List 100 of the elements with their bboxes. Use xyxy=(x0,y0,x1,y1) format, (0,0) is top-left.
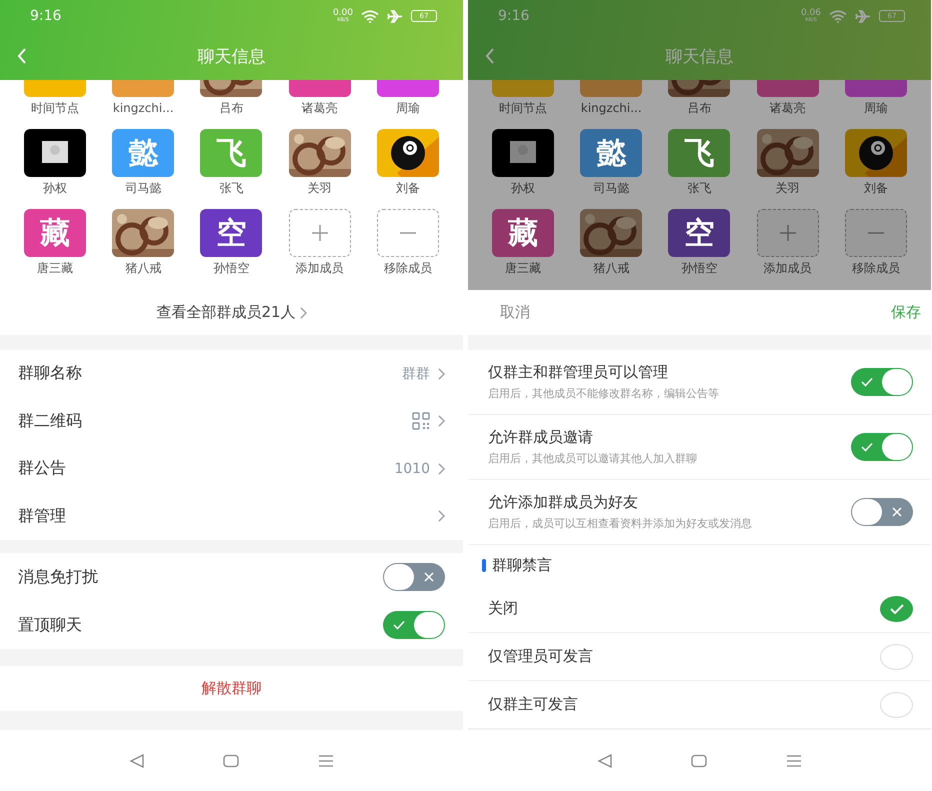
check-icon xyxy=(393,620,405,630)
dissolve-group-button[interactable]: 解散群聊 xyxy=(196,678,268,699)
option-row[interactable]: 仅管理员可发言 xyxy=(468,633,931,681)
settings-row[interactable]: 群管理 xyxy=(0,492,463,540)
member-name: 孙悟空 xyxy=(681,260,718,276)
chevron-icon xyxy=(300,306,307,318)
settings-row[interactable]: 群聊名称 群群 xyxy=(0,350,463,398)
member-name: 孙权 xyxy=(43,180,68,196)
member-name: 关羽 xyxy=(776,180,800,196)
section-marker xyxy=(482,558,486,572)
plus-icon xyxy=(310,223,330,243)
network-speed: 0.00 xyxy=(332,9,353,18)
placeholder-avatar-icon xyxy=(24,129,86,177)
member-name: 孙权 xyxy=(511,180,536,196)
toggle-switch[interactable] xyxy=(851,433,913,461)
member-name: 司马懿 xyxy=(593,180,630,196)
network-speed: 0.06 xyxy=(800,9,821,18)
option-row[interactable]: 仅群主可发言 xyxy=(468,681,931,729)
remove-member-button[interactable] xyxy=(844,209,907,257)
member-name: 诸葛亮 xyxy=(770,100,806,116)
member-name: 唐三藏 xyxy=(505,260,542,276)
member-name: 添加成员 xyxy=(764,260,812,276)
add-member-button[interactable] xyxy=(288,209,351,257)
avatar: 空 xyxy=(668,209,730,257)
cancel-button[interactable]: 取消 xyxy=(500,303,530,322)
member-name: kingzchi... xyxy=(580,100,642,116)
check-icon xyxy=(861,442,873,452)
chevron-icon xyxy=(438,368,445,380)
member-name: 添加成员 xyxy=(296,260,344,276)
member-name: 猪八戒 xyxy=(125,260,162,276)
close-icon xyxy=(423,572,435,582)
member-name: 关羽 xyxy=(308,180,332,196)
qr-code-icon xyxy=(412,412,430,430)
clock-time: 9:16 xyxy=(30,8,62,24)
member-name: 诸葛亮 xyxy=(302,100,338,116)
settings-row[interactable]: 群二维码 xyxy=(0,398,463,445)
member-name: 唐三藏 xyxy=(37,260,74,276)
section-title: 群聊禁言 xyxy=(492,556,552,574)
chevron-icon xyxy=(438,415,445,428)
member-name: 刘备 xyxy=(396,180,420,196)
toggle-switch[interactable] xyxy=(383,611,445,639)
member-name: 周瑜 xyxy=(864,100,888,116)
avatar: 懿 xyxy=(112,129,174,177)
wifi-icon xyxy=(361,10,379,22)
airplane-icon xyxy=(855,10,871,22)
avatar: 飞 xyxy=(668,129,730,177)
member-name: 吕布 xyxy=(219,100,244,116)
radio-button[interactable] xyxy=(880,596,913,622)
menu-icon[interactable] xyxy=(786,754,802,768)
remove-member-button[interactable] xyxy=(376,209,439,257)
member-name: 孙悟空 xyxy=(213,260,250,276)
back-icon[interactable] xyxy=(129,754,146,768)
chevron-icon xyxy=(438,462,445,475)
member-name: 移除成员 xyxy=(384,260,432,276)
member-name: 猪八戒 xyxy=(593,260,630,276)
check-icon xyxy=(861,377,873,387)
airplane-icon xyxy=(387,10,403,22)
back-icon[interactable] xyxy=(597,754,614,768)
minus-icon xyxy=(866,232,886,234)
clock-time: 9:16 xyxy=(498,8,530,24)
plus-icon xyxy=(778,223,798,243)
member-name: 时间节点 xyxy=(499,100,548,116)
home-icon[interactable] xyxy=(691,754,708,768)
member-name: 移除成员 xyxy=(852,260,900,276)
option-row[interactable]: 关闭 xyxy=(468,585,931,633)
placeholder-avatar-icon xyxy=(492,129,554,177)
settings-row[interactable]: 群公告 1010 xyxy=(0,445,463,492)
member-name: kingzchi... xyxy=(112,100,174,116)
setting-hint: 启用后，成员可以互相查看资料并添加为好友或发消息 xyxy=(488,516,753,531)
window-title: 聊天信息 xyxy=(198,46,266,68)
window-title: 聊天信息 xyxy=(666,46,734,68)
avatar: 飞 xyxy=(200,129,262,177)
add-member-button[interactable] xyxy=(756,209,819,257)
setting-label: 允许群成员邀请 xyxy=(488,428,594,447)
view-all-members-link[interactable]: 查看全部群成员21人 xyxy=(156,303,296,322)
setting-label: 仅群主和群管理员可以管理 xyxy=(488,363,669,382)
chevron-icon xyxy=(438,510,445,522)
wifi-icon xyxy=(829,10,847,22)
avatar: 藏 xyxy=(492,209,554,257)
check-icon xyxy=(890,604,904,614)
home-icon[interactable] xyxy=(223,754,240,768)
member-name: 张飞 xyxy=(219,180,244,196)
close-icon xyxy=(891,507,903,517)
menu-icon[interactable] xyxy=(318,754,334,768)
toggle-switch[interactable] xyxy=(383,563,445,591)
member-name: 司马懿 xyxy=(125,180,162,196)
member-name: 刘备 xyxy=(864,180,888,196)
member-name: 吕布 xyxy=(687,100,712,116)
setting-hint: 启用后，其他成员不能修改群名称，编辑公告等 xyxy=(488,386,720,401)
toggle-switch[interactable] xyxy=(851,498,913,526)
avatar: 藏 xyxy=(24,209,86,257)
setting-hint: 启用后，其他成员可以邀请其他人加入群聊 xyxy=(488,451,698,466)
setting-label: 置顶聊天 xyxy=(18,614,83,636)
minus-icon xyxy=(398,232,418,234)
avatar: 空 xyxy=(200,209,262,257)
setting-label: 允许添加群成员为好友 xyxy=(488,493,639,512)
member-name: 时间节点 xyxy=(31,100,80,116)
setting-label: 消息免打扰 xyxy=(18,566,99,588)
toggle-switch[interactable] xyxy=(851,368,913,396)
member-name: 张飞 xyxy=(687,180,712,196)
